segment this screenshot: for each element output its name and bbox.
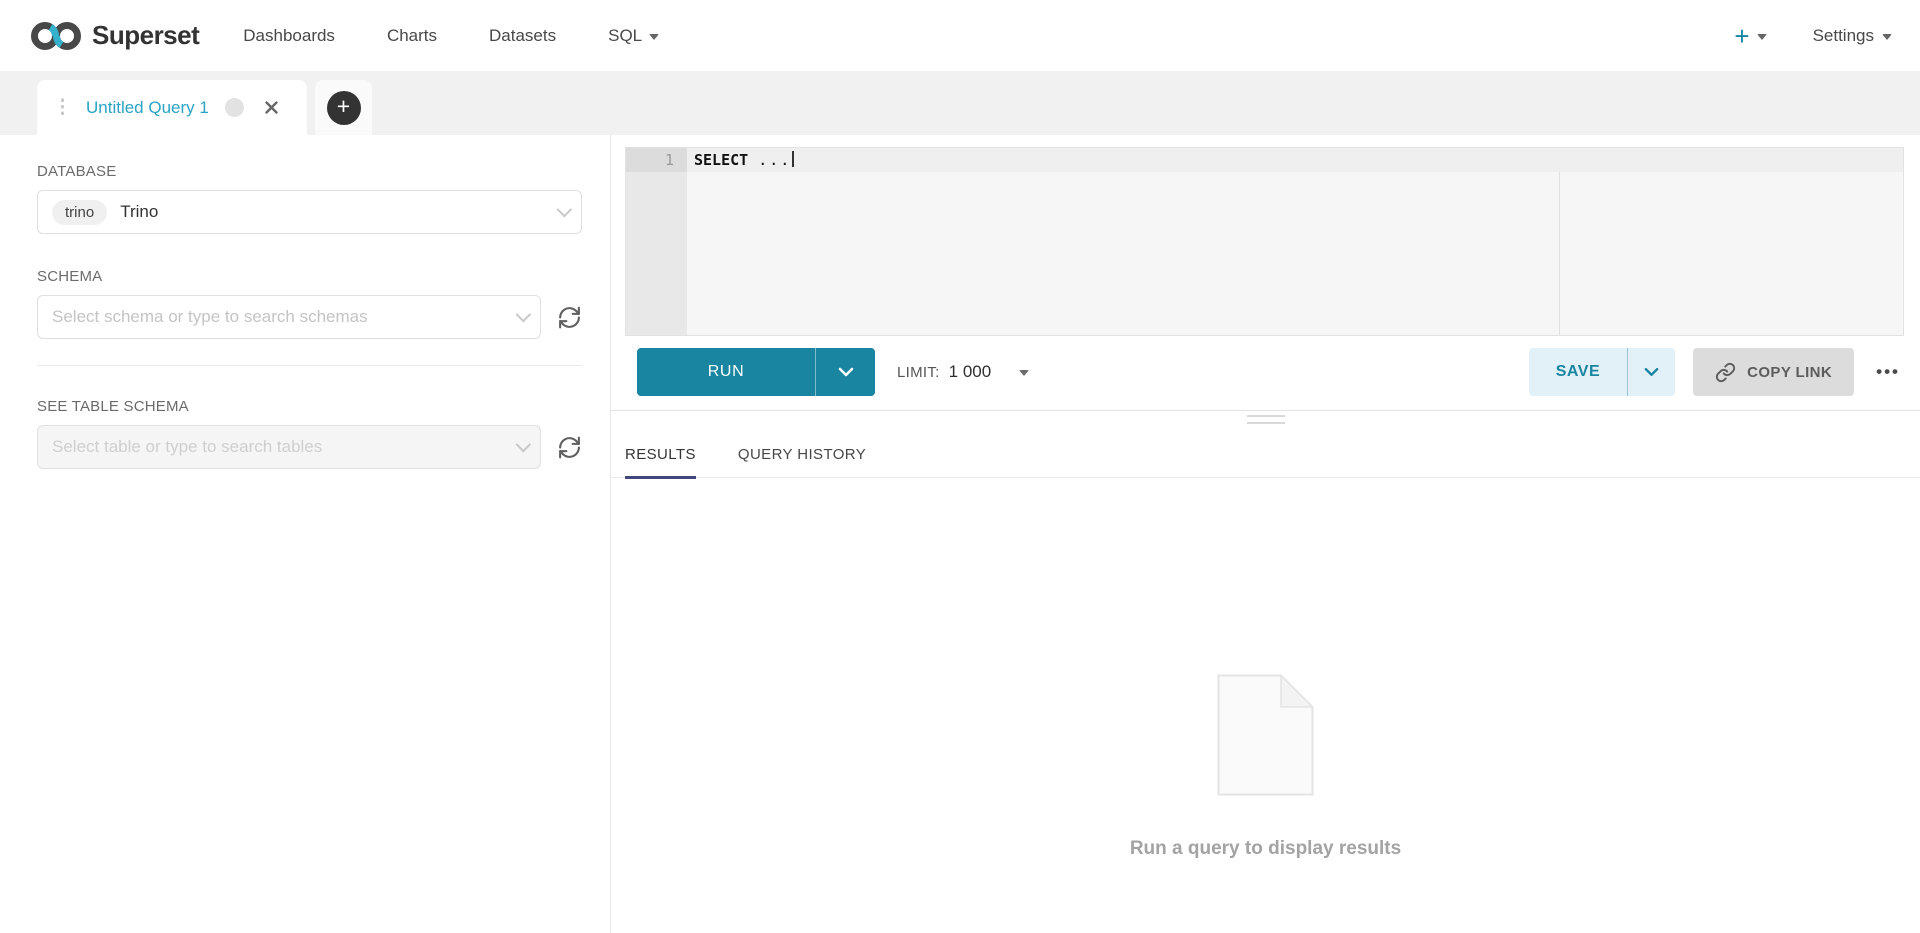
main-content: DATABASE trino Trino SCHEMA Select schem…: [0, 135, 1920, 933]
query-pane: 1 SELECT... RUN LIMIT: 1 00: [611, 135, 1920, 933]
empty-document-icon: [1217, 674, 1314, 796]
tab-results[interactable]: RESULTS: [625, 446, 696, 479]
database-label: DATABASE: [37, 163, 582, 180]
database-row: trino Trino: [37, 190, 582, 234]
run-options-button[interactable]: [815, 348, 875, 396]
nav-dashboards[interactable]: Dashboards: [243, 26, 335, 46]
south-pane-tabs: RESULTS QUERY HISTORY: [611, 446, 1920, 478]
drag-handle-icon[interactable]: ⋮: [53, 98, 72, 117]
chevron-down-icon: [516, 306, 532, 322]
database-select[interactable]: trino Trino: [37, 190, 582, 234]
empty-results-message: Run a query to display results: [1130, 838, 1401, 860]
table-select-placeholder: Select table or type to search tables: [52, 437, 322, 457]
schema-label: SCHEMA: [37, 268, 582, 285]
sql-editor[interactable]: 1 SELECT...: [625, 147, 1904, 336]
sql-lab-page: Superset Dashboards Charts Datasets SQL …: [0, 0, 1920, 933]
toolbar-right: SAVE COPY LINK: [1529, 348, 1904, 396]
superset-logo-link[interactable]: Superset: [30, 20, 199, 52]
copy-link-button[interactable]: COPY LINK: [1693, 348, 1854, 396]
refresh-schemas-button[interactable]: [557, 305, 582, 330]
new-item-menu[interactable]: +: [1734, 23, 1766, 49]
limit-value: 1 000: [949, 362, 992, 382]
editor-code-area[interactable]: SELECT...: [687, 148, 1903, 335]
save-options-button[interactable]: [1627, 348, 1675, 396]
superset-logo-icon: [30, 20, 82, 52]
plus-icon: +: [1734, 23, 1749, 49]
sql-keyword: SELECT: [694, 151, 748, 169]
settings-menu[interactable]: Settings: [1813, 26, 1892, 46]
nav-datasets[interactable]: Datasets: [489, 26, 556, 46]
plus-circle-icon: +: [327, 91, 361, 125]
nav-sql-menu[interactable]: SQL: [608, 26, 659, 46]
query-tab-label: Untitled Query 1: [86, 98, 209, 118]
limit-dropdown[interactable]: LIMIT: 1 000: [897, 362, 1029, 382]
query-tab-strip: ⋮ Untitled Query 1 +: [0, 71, 1920, 135]
chevron-down-icon: [557, 201, 573, 217]
table-select[interactable]: Select table or type to search tables: [37, 425, 541, 469]
caret-down-icon: [1882, 34, 1892, 40]
schema-select-placeholder: Select schema or type to search schemas: [52, 307, 368, 327]
save-button[interactable]: SAVE: [1529, 348, 1627, 396]
query-status-dot: [225, 98, 244, 117]
run-button[interactable]: RUN: [637, 348, 815, 396]
top-navbar: Superset Dashboards Charts Datasets SQL …: [0, 0, 1920, 71]
editor-toolbar: RUN LIMIT: 1 000 SAVE: [611, 336, 1920, 410]
brand-name: Superset: [92, 20, 199, 51]
code-line: SELECT...: [687, 148, 1903, 172]
datasource-panel: DATABASE trino Trino SCHEMA Select schem…: [0, 135, 611, 933]
splitter-drag-handle[interactable]: [1247, 415, 1285, 429]
results-empty-state: Run a query to display results: [611, 478, 1920, 933]
caret-down-icon: [649, 34, 659, 40]
copy-link-label: COPY LINK: [1747, 364, 1832, 381]
tab-query-history[interactable]: QUERY HISTORY: [738, 446, 866, 479]
more-actions-button[interactable]: •••: [1872, 362, 1904, 382]
editor-gutter: 1: [626, 148, 687, 335]
line-number: 1: [626, 148, 687, 172]
save-split-button: SAVE: [1529, 348, 1675, 396]
database-engine-badge: trino: [52, 200, 107, 225]
refresh-tables-button[interactable]: [557, 435, 582, 460]
panel-divider: [37, 365, 582, 366]
schema-row: Select schema or type to search schemas: [37, 295, 582, 339]
link-icon: [1715, 362, 1736, 383]
pane-splitter: [611, 410, 1920, 424]
caret-down-icon: [1757, 34, 1767, 40]
settings-label: Settings: [1813, 26, 1874, 46]
close-tab-button[interactable]: [264, 100, 279, 115]
sql-rest: ...: [758, 151, 791, 169]
nav-sql-label: SQL: [608, 26, 642, 46]
database-select-value: Trino: [120, 202, 158, 222]
limit-label: LIMIT:: [897, 364, 940, 381]
table-schema-label: SEE TABLE SCHEMA: [37, 398, 582, 415]
text-cursor: [792, 151, 794, 167]
table-row: Select table or type to search tables: [37, 425, 582, 469]
navbar-right: + Settings: [1734, 23, 1892, 49]
query-tab-active[interactable]: ⋮ Untitled Query 1: [37, 80, 307, 135]
schema-select[interactable]: Select schema or type to search schemas: [37, 295, 541, 339]
nav-charts[interactable]: Charts: [387, 26, 437, 46]
print-margin-line: [1559, 172, 1560, 335]
run-split-button: RUN: [637, 348, 875, 396]
chevron-down-icon: [516, 436, 532, 452]
caret-down-icon: [1019, 370, 1029, 376]
main-nav: Dashboards Charts Datasets SQL: [243, 26, 659, 46]
add-tab-button[interactable]: +: [315, 80, 372, 135]
